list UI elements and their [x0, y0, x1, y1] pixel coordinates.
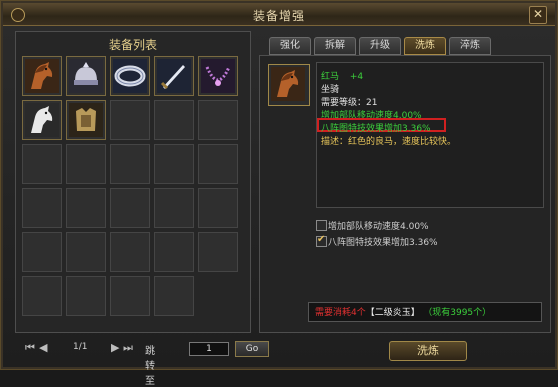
option-formation-label: 八阵图特技效果增加3.36%	[328, 238, 438, 248]
cost-item: 【二级炎玉】	[365, 308, 420, 318]
item-required-level: 需要等级：21	[321, 98, 378, 108]
next-page-icon[interactable]: ▶	[111, 341, 119, 354]
sword-icon	[157, 59, 191, 93]
tab-dismantle[interactable]: 拆解	[314, 37, 356, 55]
tab-upgrade[interactable]: 升级	[359, 37, 401, 55]
selected-item-portrait	[268, 64, 310, 106]
slot-white-horse[interactable]	[22, 100, 62, 140]
equipment-grid	[22, 56, 238, 316]
helmet-icon	[69, 59, 103, 93]
empty-slot[interactable]	[154, 100, 194, 140]
tab-strengthen[interactable]: 强化	[269, 37, 311, 55]
equipment-enhance-window: 装备增强 ✕ 装备列表 强化 拆解 升级 洗炼 淬炼 红马 +4 坐骑 需要等级…	[0, 0, 558, 387]
item-attr-formation: 八阵图特技效果增加3.36%	[321, 124, 431, 134]
empty-slot[interactable]	[154, 276, 194, 316]
last-page-icon[interactable]: ⏭	[123, 341, 133, 355]
empty-slot[interactable]	[154, 144, 194, 184]
empty-slot[interactable]	[22, 144, 62, 184]
empty-slot[interactable]	[66, 144, 106, 184]
empty-slot[interactable]	[66, 188, 106, 228]
empty-slot[interactable]	[154, 232, 194, 272]
red-horse-icon	[271, 67, 305, 101]
empty-slot[interactable]	[22, 188, 62, 228]
empty-slot[interactable]	[110, 276, 150, 316]
item-type: 坐骑	[321, 85, 340, 95]
white-horse-icon	[25, 103, 59, 137]
equipment-list-title: 装备列表	[108, 38, 157, 52]
empty-slot[interactable]	[66, 232, 106, 272]
item-description: 描述：红色的良马，速度比较快。	[321, 137, 457, 147]
close-button[interactable]: ✕	[529, 6, 547, 24]
item-name: 红马	[321, 72, 340, 82]
red-horse-icon	[25, 59, 59, 93]
tab-refine[interactable]: 洗炼	[404, 37, 446, 55]
tab-temper[interactable]: 淬炼	[449, 37, 491, 55]
jump-label: 跳转至	[145, 346, 155, 387]
slot-red-horse[interactable]	[22, 56, 62, 96]
slot-sword[interactable]	[154, 56, 194, 96]
cost-have: （现有3995个）	[427, 308, 492, 318]
title-bar[interactable]: 装备增强 ✕	[3, 3, 555, 26]
window-title: 装备增强	[252, 9, 305, 23]
necklace-icon	[201, 59, 235, 93]
cost-need: 需要消耗4个	[315, 308, 366, 318]
empty-slot[interactable]	[198, 144, 238, 184]
empty-slot[interactable]	[110, 232, 150, 272]
bracelet-icon	[113, 59, 147, 93]
slot-necklace[interactable]	[198, 56, 238, 96]
option-move-speed-checkbox[interactable]	[316, 220, 327, 231]
equipment-list-panel: 装备列表	[15, 31, 251, 333]
first-page-icon[interactable]: ⏮	[25, 341, 35, 355]
refine-button[interactable]: 洗炼	[389, 341, 467, 361]
item-plus-level: +4	[349, 72, 364, 82]
option-formation-checkbox[interactable]	[316, 234, 327, 247]
armor-icon	[69, 103, 103, 137]
refine-panel: 红马 +4 坐骑 需要等级：21 增加部队移动速度4.00% 八阵图特技效果增加…	[259, 55, 551, 333]
empty-slot[interactable]	[110, 100, 150, 140]
option-move-speed-label: 增加部队移动速度4.00%	[328, 222, 429, 232]
go-button[interactable]: Go	[235, 341, 269, 357]
empty-slot[interactable]	[198, 100, 238, 140]
slot-bracelet[interactable]	[110, 56, 150, 96]
jump-page-input[interactable]: 1	[189, 342, 229, 356]
empty-slot[interactable]	[198, 232, 238, 272]
empty-slot[interactable]	[66, 276, 106, 316]
empty-slot[interactable]	[198, 188, 238, 228]
empty-slot[interactable]	[154, 188, 194, 228]
item-info-box: 红马 +4 坐骑 需要等级：21 增加部队移动速度4.00% 八阵图特技效果增加…	[316, 62, 544, 208]
slot-armor[interactable]	[66, 100, 106, 140]
empty-slot[interactable]	[110, 144, 150, 184]
empty-slot[interactable]	[22, 232, 62, 272]
tab-bar: 强化 拆解 升级 洗炼 淬炼	[269, 37, 491, 55]
page-indicator: 1/1	[73, 342, 88, 352]
cost-bar: 需要消耗4个【二级炎玉】 （现有3995个）	[308, 302, 542, 322]
slot-helmet[interactable]	[66, 56, 106, 96]
prev-page-icon[interactable]: ◀	[39, 341, 47, 354]
empty-slot[interactable]	[110, 188, 150, 228]
empty-slot[interactable]	[22, 276, 62, 316]
